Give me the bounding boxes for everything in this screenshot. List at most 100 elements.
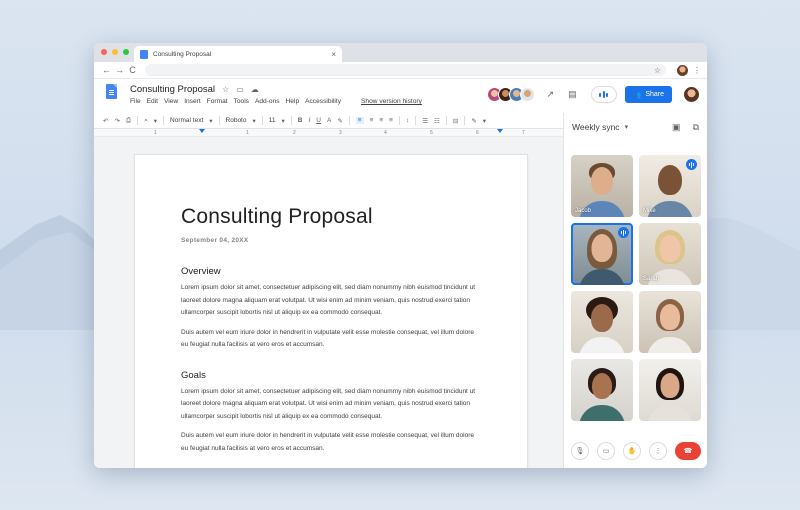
share-button[interactable]: 👥 Share [624, 86, 672, 103]
participant-tile[interactable]: Jacob [571, 155, 633, 217]
paragraph: Duis autem vel eum iriure dolor in hendr… [181, 432, 475, 452]
address-input[interactable]: ☆ [145, 64, 666, 76]
font-size-select[interactable]: 11 [269, 117, 276, 124]
menu-insert[interactable]: Insert [184, 98, 201, 105]
paragraph: Lorem ipsum dolor sit amet, consectetuer… [181, 387, 476, 420]
menu-help[interactable]: Help [286, 98, 300, 105]
menu-file[interactable]: File [130, 98, 141, 105]
tab-close-icon[interactable]: × [331, 50, 336, 59]
align-right-icon[interactable]: ≡ [379, 117, 383, 124]
menu-view[interactable]: View [164, 98, 178, 105]
align-left-icon[interactable]: ≡ [355, 117, 364, 124]
participant-tile-active[interactable] [571, 223, 633, 285]
collaborator-avatars[interactable] [486, 87, 535, 102]
meeting-caret-icon[interactable]: ▾ [625, 123, 629, 131]
meeting-title[interactable]: Weekly sync [572, 122, 620, 132]
ruler[interactable]: 1 1 2 3 4 5 6 7 [94, 129, 563, 137]
right-indent-marker-icon[interactable] [497, 129, 503, 133]
bookmark-star-icon[interactable]: ☆ [654, 66, 661, 75]
divider [218, 116, 220, 125]
divider [464, 116, 466, 125]
header-actions: ↗ ▤ 👥 Share [486, 86, 699, 103]
undo-icon[interactable]: ↶ [103, 117, 108, 125]
underline-icon[interactable]: U [316, 117, 321, 124]
participant-tile[interactable]: Mike [639, 155, 701, 217]
highlight-icon[interactable]: ✎ [337, 117, 342, 125]
justify-icon[interactable]: ≡ [389, 117, 393, 124]
profile-avatar[interactable] [677, 64, 688, 76]
align-center-icon[interactable]: ≡ [370, 117, 374, 124]
numbered-list-icon[interactable]: ☷ [434, 117, 440, 125]
edit-mode-caret-icon[interactable]: ▾ [483, 117, 486, 125]
participant-tile[interactable] [639, 359, 701, 421]
style-caret-icon[interactable]: ▾ [209, 117, 212, 125]
account-avatar[interactable] [684, 87, 699, 102]
zoom-icon[interactable]: ⌕ [144, 117, 148, 125]
minimize-window-dot[interactable] [112, 49, 118, 55]
mic-icon[interactable]: 🎙 [571, 442, 589, 460]
comments-icon[interactable]: ▤ [568, 89, 577, 100]
document-page[interactable]: Consulting Proposal September 04, 20XX O… [135, 155, 527, 468]
bold-icon[interactable]: B [298, 117, 303, 124]
font-select[interactable]: Roboto [226, 117, 247, 124]
end-call-icon[interactable]: ☎ [675, 442, 701, 460]
version-history-link[interactable]: Show version history [361, 98, 422, 105]
layout-icon[interactable]: ▣ [672, 122, 681, 133]
meet-panel-header: Weekly sync ▾ ▣ ⧉ [564, 113, 707, 141]
address-bar-row: ← → C ☆ ⋮ [94, 62, 707, 79]
bulleted-list-icon[interactable]: ☰ [422, 117, 428, 125]
line-spacing-icon[interactable]: ↕ [406, 117, 409, 124]
participant-tile[interactable]: Sarah [639, 223, 701, 285]
menu-tools[interactable]: Tools [234, 98, 249, 105]
more-icon[interactable]: ⋮ [649, 442, 667, 460]
style-select[interactable]: Normal text [170, 117, 203, 124]
activity-trend-icon[interactable]: ↗ [547, 89, 555, 100]
menu-edit[interactable]: Edit [147, 98, 158, 105]
participant-tile[interactable] [571, 291, 633, 353]
pop-out-icon[interactable]: ⧉ [693, 122, 699, 133]
divider [445, 116, 447, 125]
meet-audio-indicator[interactable] [590, 86, 617, 103]
text-color-icon[interactable]: A [327, 117, 331, 124]
reload-icon[interactable]: C [126, 65, 139, 75]
participant-name: Mike [643, 208, 656, 214]
tab-consulting-proposal[interactable]: Consulting Proposal × [134, 46, 342, 62]
docs-logo-icon[interactable] [106, 84, 117, 99]
camera-icon[interactable]: ▭ [597, 442, 615, 460]
italic-icon[interactable]: I [308, 117, 310, 124]
participant-tile[interactable] [571, 359, 633, 421]
formatting-toolbar: ↶ ↷ ⎙ ⌕ ▾ Normal text ▾ Roboto ▾ 11 ▾ B … [94, 113, 563, 129]
raise-hand-icon[interactable]: ✋ [623, 442, 641, 460]
left-indent-marker-icon[interactable] [199, 129, 205, 133]
ruler-number: 3 [339, 130, 342, 136]
print-icon[interactable]: ⎙ [126, 117, 131, 125]
zoom-caret-icon[interactable]: ▾ [154, 117, 157, 125]
clear-formatting-icon[interactable]: ⊟ [453, 117, 458, 125]
menu-bar: File Edit View Insert Format Tools Add-o… [130, 98, 422, 105]
back-icon[interactable]: ← [100, 65, 113, 75]
redo-icon[interactable]: ↷ [114, 117, 119, 125]
collaborator-avatar[interactable] [519, 87, 535, 102]
folder-icon[interactable]: ▭ [236, 85, 244, 94]
close-window-dot[interactable] [101, 49, 107, 55]
menu-format[interactable]: Format [207, 98, 228, 105]
divider [290, 116, 292, 125]
menu-accessibility[interactable]: Accessibility [305, 98, 341, 105]
menu-addons[interactable]: Add-ons [255, 98, 280, 105]
star-icon[interactable]: ☆ [222, 85, 229, 94]
ruler-number: 4 [384, 130, 387, 136]
participant-name: Jacob [575, 208, 592, 214]
browser-menu-icon[interactable]: ⋮ [693, 66, 701, 75]
browser-window: Consulting Proposal × ← → C ☆ ⋮ Consulti… [94, 43, 707, 468]
doc-title[interactable]: Consulting Proposal [130, 84, 215, 95]
maximize-window-dot[interactable] [123, 49, 129, 55]
divider [348, 116, 350, 125]
size-caret-icon[interactable]: ▾ [282, 117, 285, 125]
editing-mode-icon[interactable]: ✎ [471, 117, 476, 125]
font-caret-icon[interactable]: ▾ [252, 117, 255, 125]
cloud-icon: ☁ [250, 85, 259, 94]
divider [137, 116, 139, 125]
participant-tile[interactable] [639, 291, 701, 353]
ruler-number: 5 [430, 130, 433, 136]
forward-icon[interactable]: → [113, 65, 126, 75]
